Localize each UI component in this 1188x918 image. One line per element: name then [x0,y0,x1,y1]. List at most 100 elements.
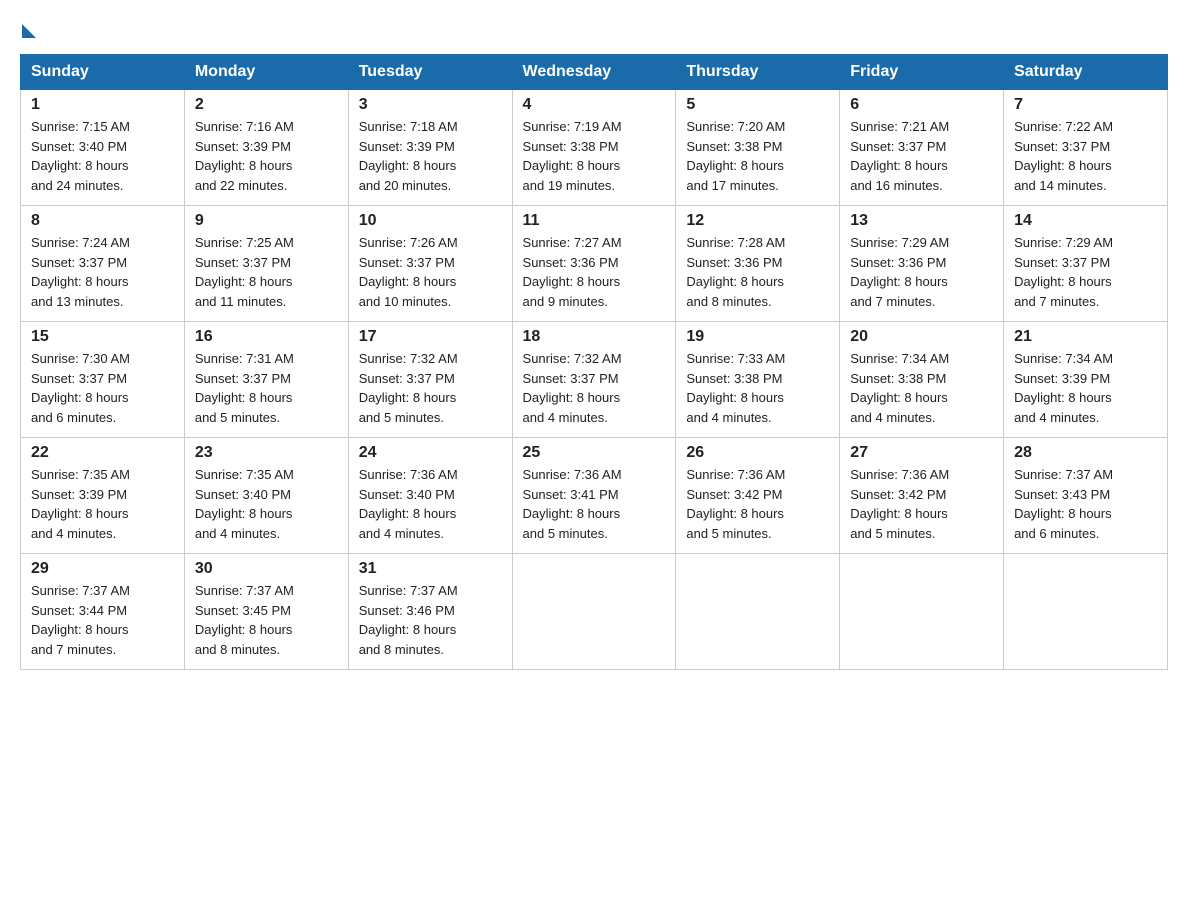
day-number: 29 [31,560,174,578]
day-number: 3 [359,96,502,114]
day-number: 9 [195,212,338,230]
day-info: Sunrise: 7:21 AMSunset: 3:37 PMDaylight:… [850,117,993,195]
day-number: 8 [31,212,174,230]
calendar-cell: 30 Sunrise: 7:37 AMSunset: 3:45 PMDaylig… [184,554,348,670]
calendar-cell: 15 Sunrise: 7:30 AMSunset: 3:37 PMDaylig… [21,322,185,438]
calendar-cell: 6 Sunrise: 7:21 AMSunset: 3:37 PMDayligh… [840,90,1004,206]
weekday-header-sunday: Sunday [21,55,185,90]
calendar-cell: 7 Sunrise: 7:22 AMSunset: 3:37 PMDayligh… [1004,90,1168,206]
day-info: Sunrise: 7:24 AMSunset: 3:37 PMDaylight:… [31,233,174,311]
weekday-header-row: SundayMondayTuesdayWednesdayThursdayFrid… [21,55,1168,90]
day-number: 5 [686,96,829,114]
day-number: 11 [523,212,666,230]
day-info: Sunrise: 7:27 AMSunset: 3:36 PMDaylight:… [523,233,666,311]
calendar-week-2: 8 Sunrise: 7:24 AMSunset: 3:37 PMDayligh… [21,206,1168,322]
day-number: 17 [359,328,502,346]
calendar-cell: 2 Sunrise: 7:16 AMSunset: 3:39 PMDayligh… [184,90,348,206]
day-number: 27 [850,444,993,462]
day-number: 28 [1014,444,1157,462]
calendar-cell: 18 Sunrise: 7:32 AMSunset: 3:37 PMDaylig… [512,322,676,438]
calendar-cell: 10 Sunrise: 7:26 AMSunset: 3:37 PMDaylig… [348,206,512,322]
calendar-cell: 16 Sunrise: 7:31 AMSunset: 3:37 PMDaylig… [184,322,348,438]
day-number: 10 [359,212,502,230]
day-info: Sunrise: 7:28 AMSunset: 3:36 PMDaylight:… [686,233,829,311]
calendar-cell: 12 Sunrise: 7:28 AMSunset: 3:36 PMDaylig… [676,206,840,322]
calendar-cell: 14 Sunrise: 7:29 AMSunset: 3:37 PMDaylig… [1004,206,1168,322]
calendar-cell: 28 Sunrise: 7:37 AMSunset: 3:43 PMDaylig… [1004,438,1168,554]
day-number: 23 [195,444,338,462]
calendar-cell: 3 Sunrise: 7:18 AMSunset: 3:39 PMDayligh… [348,90,512,206]
day-info: Sunrise: 7:25 AMSunset: 3:37 PMDaylight:… [195,233,338,311]
calendar-cell: 23 Sunrise: 7:35 AMSunset: 3:40 PMDaylig… [184,438,348,554]
calendar-cell: 13 Sunrise: 7:29 AMSunset: 3:36 PMDaylig… [840,206,1004,322]
calendar-cell: 5 Sunrise: 7:20 AMSunset: 3:38 PMDayligh… [676,90,840,206]
day-info: Sunrise: 7:32 AMSunset: 3:37 PMDaylight:… [523,349,666,427]
calendar-cell: 1 Sunrise: 7:15 AMSunset: 3:40 PMDayligh… [21,90,185,206]
logo-triangle-icon [22,24,36,38]
day-number: 13 [850,212,993,230]
day-info: Sunrise: 7:29 AMSunset: 3:36 PMDaylight:… [850,233,993,311]
day-info: Sunrise: 7:15 AMSunset: 3:40 PMDaylight:… [31,117,174,195]
calendar-cell: 22 Sunrise: 7:35 AMSunset: 3:39 PMDaylig… [21,438,185,554]
day-info: Sunrise: 7:16 AMSunset: 3:39 PMDaylight:… [195,117,338,195]
calendar-cell: 29 Sunrise: 7:37 AMSunset: 3:44 PMDaylig… [21,554,185,670]
weekday-header-saturday: Saturday [1004,55,1168,90]
day-info: Sunrise: 7:37 AMSunset: 3:44 PMDaylight:… [31,581,174,659]
calendar-week-3: 15 Sunrise: 7:30 AMSunset: 3:37 PMDaylig… [21,322,1168,438]
day-number: 7 [1014,96,1157,114]
day-number: 31 [359,560,502,578]
day-info: Sunrise: 7:37 AMSunset: 3:43 PMDaylight:… [1014,465,1157,543]
day-info: Sunrise: 7:29 AMSunset: 3:37 PMDaylight:… [1014,233,1157,311]
day-info: Sunrise: 7:34 AMSunset: 3:38 PMDaylight:… [850,349,993,427]
calendar-cell: 25 Sunrise: 7:36 AMSunset: 3:41 PMDaylig… [512,438,676,554]
day-info: Sunrise: 7:37 AMSunset: 3:45 PMDaylight:… [195,581,338,659]
calendar-table: SundayMondayTuesdayWednesdayThursdayFrid… [20,54,1168,670]
day-info: Sunrise: 7:19 AMSunset: 3:38 PMDaylight:… [523,117,666,195]
day-number: 6 [850,96,993,114]
day-number: 24 [359,444,502,462]
weekday-header-wednesday: Wednesday [512,55,676,90]
day-info: Sunrise: 7:36 AMSunset: 3:40 PMDaylight:… [359,465,502,543]
day-number: 22 [31,444,174,462]
calendar-cell [1004,554,1168,670]
day-info: Sunrise: 7:30 AMSunset: 3:37 PMDaylight:… [31,349,174,427]
weekday-header-friday: Friday [840,55,1004,90]
day-number: 1 [31,96,174,114]
calendar-cell: 21 Sunrise: 7:34 AMSunset: 3:39 PMDaylig… [1004,322,1168,438]
day-number: 30 [195,560,338,578]
calendar-cell [512,554,676,670]
day-info: Sunrise: 7:35 AMSunset: 3:39 PMDaylight:… [31,465,174,543]
calendar-cell: 27 Sunrise: 7:36 AMSunset: 3:42 PMDaylig… [840,438,1004,554]
calendar-cell: 11 Sunrise: 7:27 AMSunset: 3:36 PMDaylig… [512,206,676,322]
day-info: Sunrise: 7:26 AMSunset: 3:37 PMDaylight:… [359,233,502,311]
calendar-cell: 24 Sunrise: 7:36 AMSunset: 3:40 PMDaylig… [348,438,512,554]
calendar-week-4: 22 Sunrise: 7:35 AMSunset: 3:39 PMDaylig… [21,438,1168,554]
calendar-week-1: 1 Sunrise: 7:15 AMSunset: 3:40 PMDayligh… [21,90,1168,206]
weekday-header-thursday: Thursday [676,55,840,90]
calendar-cell: 20 Sunrise: 7:34 AMSunset: 3:38 PMDaylig… [840,322,1004,438]
day-info: Sunrise: 7:35 AMSunset: 3:40 PMDaylight:… [195,465,338,543]
day-number: 4 [523,96,666,114]
day-info: Sunrise: 7:34 AMSunset: 3:39 PMDaylight:… [1014,349,1157,427]
calendar-cell: 8 Sunrise: 7:24 AMSunset: 3:37 PMDayligh… [21,206,185,322]
day-number: 26 [686,444,829,462]
day-info: Sunrise: 7:37 AMSunset: 3:46 PMDaylight:… [359,581,502,659]
calendar-cell: 4 Sunrise: 7:19 AMSunset: 3:38 PMDayligh… [512,90,676,206]
day-number: 2 [195,96,338,114]
day-info: Sunrise: 7:18 AMSunset: 3:39 PMDaylight:… [359,117,502,195]
weekday-header-tuesday: Tuesday [348,55,512,90]
day-number: 12 [686,212,829,230]
day-info: Sunrise: 7:33 AMSunset: 3:38 PMDaylight:… [686,349,829,427]
day-number: 25 [523,444,666,462]
weekday-header-monday: Monday [184,55,348,90]
day-number: 16 [195,328,338,346]
day-number: 18 [523,328,666,346]
day-info: Sunrise: 7:20 AMSunset: 3:38 PMDaylight:… [686,117,829,195]
calendar-cell: 9 Sunrise: 7:25 AMSunset: 3:37 PMDayligh… [184,206,348,322]
day-number: 21 [1014,328,1157,346]
day-number: 14 [1014,212,1157,230]
calendar-cell: 26 Sunrise: 7:36 AMSunset: 3:42 PMDaylig… [676,438,840,554]
logo [20,20,36,38]
day-info: Sunrise: 7:36 AMSunset: 3:42 PMDaylight:… [850,465,993,543]
day-number: 20 [850,328,993,346]
